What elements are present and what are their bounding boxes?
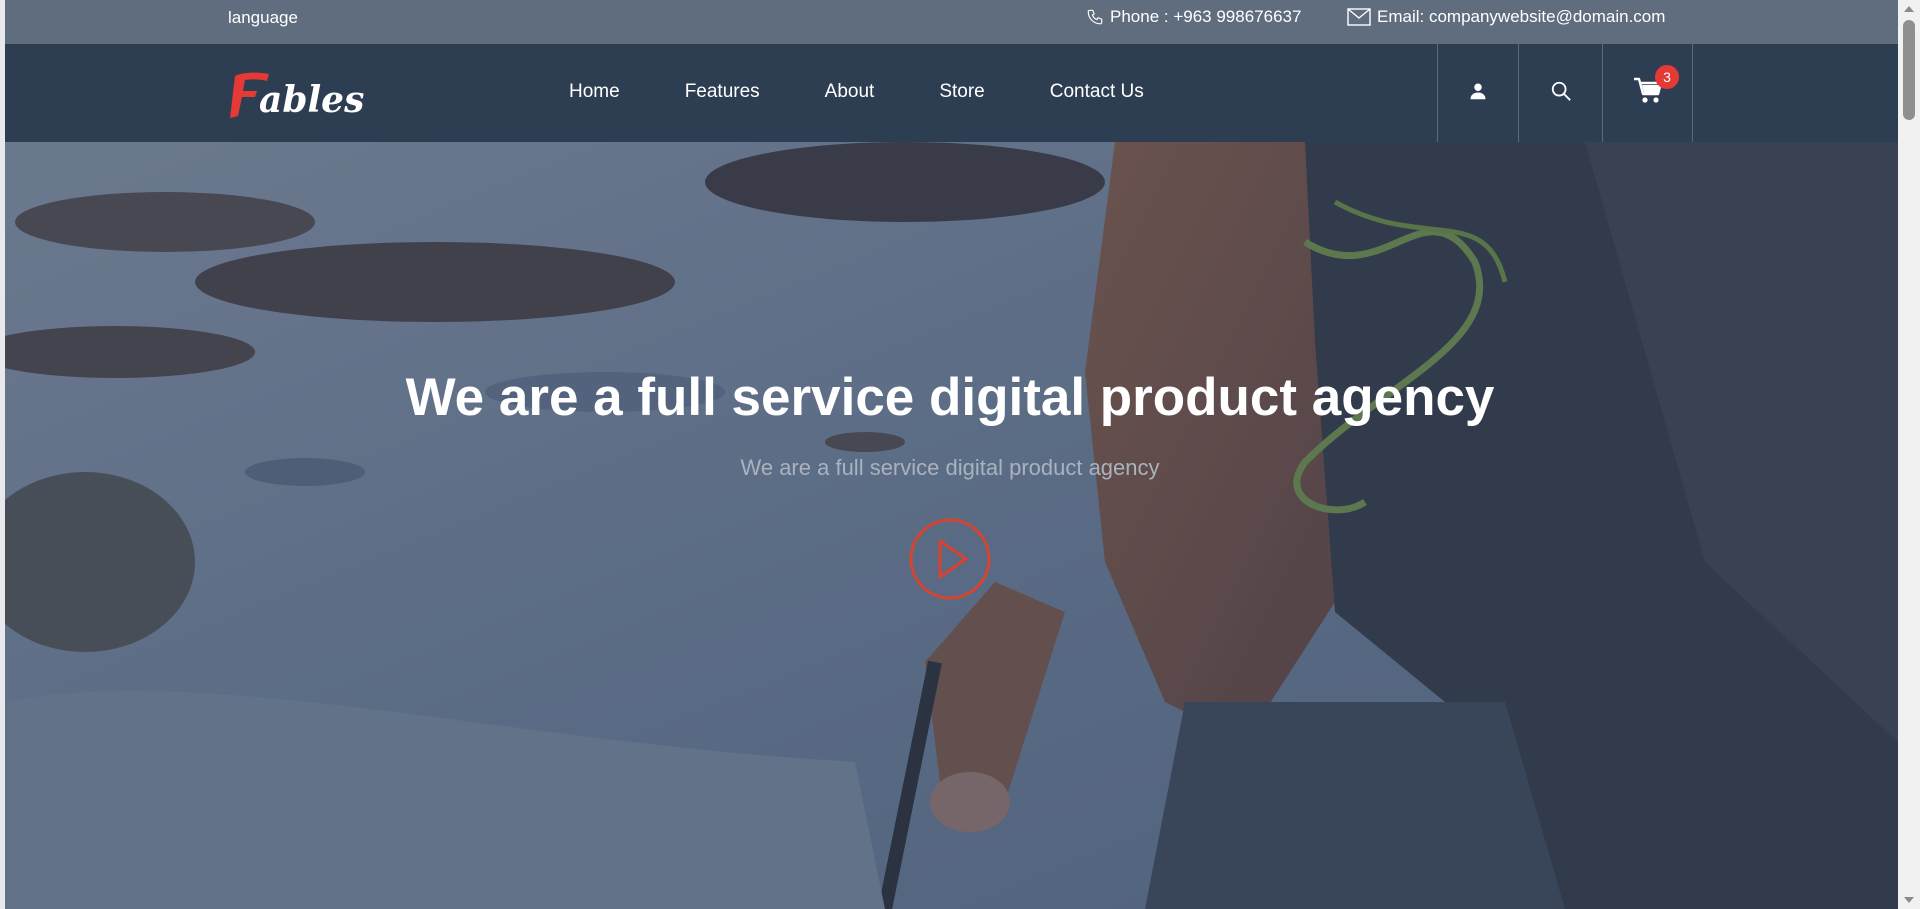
nav-link-contact-us[interactable]: Contact Us	[1050, 80, 1144, 104]
scrollbar-thumb[interactable]	[1903, 20, 1915, 120]
nav-link-store[interactable]: Store	[939, 80, 984, 104]
user-icon	[1469, 82, 1487, 105]
main-navigation: ables Home Features About Store Contact …	[5, 44, 1898, 142]
page-scrollbar[interactable]	[1898, 0, 1920, 909]
account-button[interactable]	[1437, 44, 1518, 142]
cart-count-badge: 3	[1655, 65, 1679, 89]
hero-title: We are a full service digital product ag…	[405, 368, 1495, 427]
svg-text:ables: ables	[259, 79, 364, 121]
top-bar: language Phone : +963 998676637 Email: c…	[5, 0, 1898, 44]
scroll-up-arrow-icon[interactable]	[1904, 6, 1914, 12]
site-logo[interactable]: ables	[225, 64, 385, 124]
page: language Phone : +963 998676637 Email: c…	[0, 0, 1920, 909]
play-video-button[interactable]	[908, 517, 992, 601]
play-icon	[908, 518, 992, 605]
window-edge	[0, 0, 5, 909]
nav-icon-group: 3	[1437, 44, 1693, 142]
nav-link-home[interactable]: Home	[569, 80, 620, 104]
phone-icon	[1086, 8, 1104, 26]
hero-section: We are a full service digital product ag…	[5, 142, 1898, 909]
email-text: Email: companywebsite@domain.com	[1377, 7, 1666, 26]
search-icon	[1550, 80, 1572, 107]
nav-link-features[interactable]: Features	[685, 80, 760, 104]
email-contact[interactable]: Email: companywebsite@domain.com	[1347, 6, 1665, 28]
mail-icon	[1347, 8, 1371, 26]
nav-link-about[interactable]: About	[825, 80, 875, 104]
hero-subtitle: We are a full service digital product ag…	[740, 455, 1160, 480]
phone-contact[interactable]: Phone : +963 998676637	[1086, 6, 1301, 28]
nav-links: Home Features About Store Contact Us	[569, 80, 1209, 104]
language-selector[interactable]: language	[228, 7, 298, 29]
phone-text: Phone : +963 998676637	[1110, 7, 1302, 26]
search-button[interactable]	[1518, 44, 1602, 142]
cart-button[interactable]: 3	[1602, 44, 1693, 142]
scroll-down-arrow-icon[interactable]	[1904, 897, 1914, 903]
